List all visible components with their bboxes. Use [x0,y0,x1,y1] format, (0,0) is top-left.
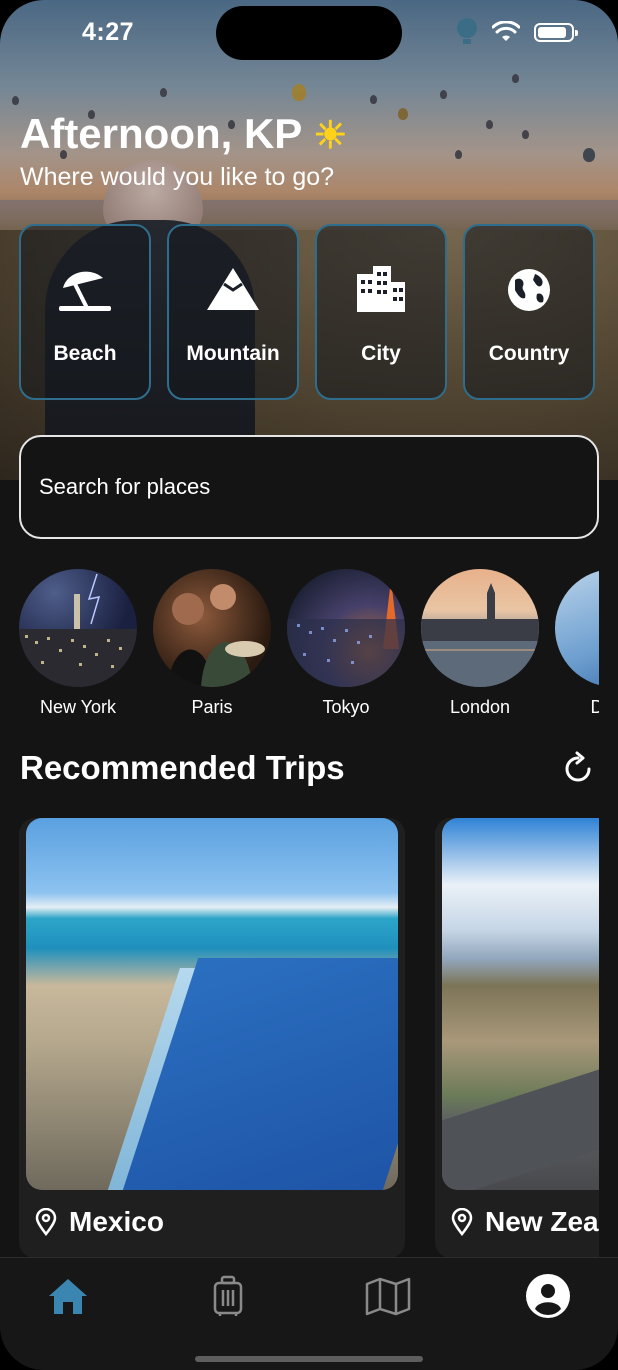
sun-icon: ☀ [313,115,348,157]
trip-place-name: Mexico [69,1206,164,1237]
search-bar[interactable] [19,435,599,539]
city-photo [153,569,271,687]
city-photo [19,569,137,687]
trip-location: Mexico [35,1206,164,1238]
city-name: Dubai [590,697,599,717]
tab-map[interactable] [364,1272,412,1320]
category-beach-button[interactable]: Beach [19,224,151,400]
city-item-london[interactable]: London [421,569,539,718]
tab-profile[interactable] [524,1272,572,1320]
trip-place-name: New Zealand [485,1206,599,1237]
balloon-activity-icon [457,18,477,44]
city-name: Tokyo [322,697,370,717]
city-photo [287,569,405,687]
city-photo [555,569,599,687]
recommended-trips-carousel[interactable]: Mexico New Zealand [19,818,599,1258]
city-buildings-icon [357,266,405,312]
globe-icon [508,269,550,311]
location-pin-icon [451,1208,473,1236]
category-mountain-button[interactable]: Mountain [167,224,299,400]
category-grid: Beach Mountain City Country [19,224,595,400]
city-photo [421,569,539,687]
recommended-trips-title: Recommended Trips [20,749,345,786]
category-country-button[interactable]: Country [463,224,595,400]
tab-bar [0,1257,618,1370]
map-icon [365,1277,411,1316]
trip-photo [442,818,599,1190]
category-label: Beach [53,342,117,365]
home-icon [49,1279,87,1314]
popular-cities-carousel[interactable]: New York Paris Tokyo London D [19,569,599,729]
tab-trips[interactable] [204,1272,252,1320]
home-screen: 4:27 Afternoon, KP ☀ Where would you lik… [0,0,618,1370]
city-name: New York [39,697,117,717]
category-label: Country [488,342,570,365]
city-item-new-york[interactable]: New York [19,569,137,718]
refresh-icon[interactable] [559,749,597,789]
mountain-icon [207,268,259,310]
profile-icon [526,1274,570,1318]
city-name: London [449,697,511,717]
dynamic-island [216,6,402,60]
status-time: 4:27 [82,18,135,46]
search-input[interactable] [37,473,561,501]
beach-umbrella-icon [59,271,111,311]
category-city-button[interactable]: City [315,224,447,400]
category-label: City [361,342,401,365]
wifi-icon [492,21,520,41]
trip-card-new-zealand[interactable]: New Zealand [435,818,599,1258]
category-label: Mountain [186,342,280,365]
city-item-dubai[interactable]: Dubai [555,569,599,718]
suitcase-icon [213,1275,243,1316]
trip-card-mexico[interactable]: Mexico [19,818,405,1258]
status-bar: 4:27 [0,0,618,60]
battery-icon [534,22,578,42]
location-pin-icon [35,1208,57,1236]
trip-photo [26,818,398,1190]
city-item-tokyo[interactable]: Tokyo [287,569,405,718]
city-name: Paris [191,697,233,717]
tab-home[interactable] [44,1272,92,1320]
greeting-subtitle: Where would you like to go? [20,163,335,191]
home-indicator [195,1356,423,1362]
trip-location: New Zealand [451,1206,599,1238]
city-item-paris[interactable]: Paris [153,569,271,718]
greeting-title: Afternoon, KP ☀ [20,110,348,157]
